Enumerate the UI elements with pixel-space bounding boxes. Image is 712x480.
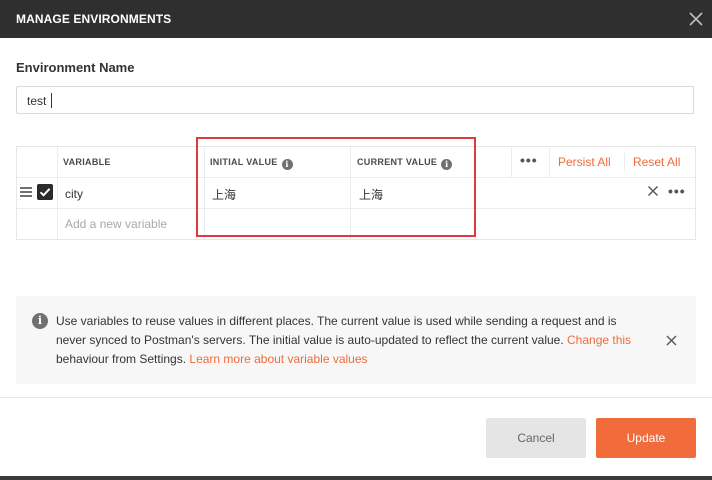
notice-text: Use variables to reuse values in differe… [56, 312, 646, 369]
reset-all-button[interactable]: Reset All [633, 155, 680, 169]
persist-all-button[interactable]: Persist All [558, 155, 611, 169]
info-notice: i Use variables to reuse values in diffe… [16, 296, 696, 384]
column-header-variable: VARIABLE [63, 157, 111, 167]
environment-name-value: test [27, 94, 47, 108]
table-column-divider [511, 147, 512, 177]
delete-row-icon[interactable] [647, 185, 659, 197]
variable-name-cell[interactable]: city [65, 187, 83, 201]
table-more-options-icon[interactable]: ••• [520, 152, 538, 168]
notice-text-part: behaviour from Settings. [56, 352, 190, 366]
update-button[interactable]: Update [596, 418, 696, 458]
table-column-divider [57, 147, 58, 239]
row-more-options-icon[interactable]: ••• [668, 183, 686, 199]
dismiss-notice-icon[interactable] [666, 335, 677, 346]
environment-name-label: Environment Name [16, 60, 135, 75]
notice-text-part: Use variables to reuse values in differe… [56, 314, 617, 347]
drag-handle-icon[interactable] [20, 187, 32, 197]
background-window-edge [0, 476, 712, 480]
add-variable-input[interactable]: Add a new variable [65, 217, 167, 231]
info-icon: i [32, 313, 48, 329]
footer-divider [0, 397, 712, 398]
learn-more-link[interactable]: Learn more about variable values [189, 352, 367, 366]
environment-name-input[interactable]: test [16, 86, 694, 114]
annotation-highlight-box [196, 137, 476, 237]
variable-enabled-checkbox[interactable] [37, 184, 53, 200]
dialog-titlebar: MANAGE ENVIRONMENTS [0, 0, 712, 38]
dialog-title: MANAGE ENVIRONMENTS [16, 12, 172, 26]
checkmark-icon [39, 188, 51, 197]
table-column-divider [549, 147, 550, 177]
text-caret [51, 93, 52, 108]
close-icon[interactable] [685, 8, 707, 30]
change-settings-link[interactable]: Change this [567, 333, 631, 347]
table-column-divider [624, 153, 625, 171]
cancel-button[interactable]: Cancel [486, 418, 586, 458]
